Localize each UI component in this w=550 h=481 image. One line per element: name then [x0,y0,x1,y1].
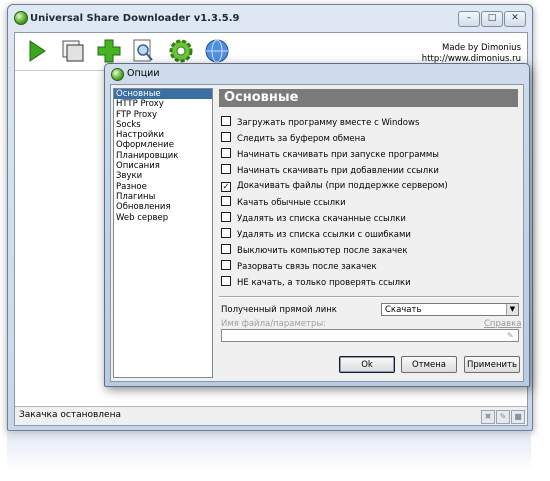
nav-item-ftp-proxy[interactable]: FTP Proxy [114,110,212,120]
nav-item-socks[interactable]: Socks [114,120,212,130]
tools-icon[interactable]: ✖ [481,410,495,424]
divider [219,296,519,298]
checkbox[interactable] [221,132,231,142]
checkbox[interactable] [221,196,231,206]
option-label: Докачивать файлы (при поддержке сервером… [237,181,448,191]
panel-title: Основные [219,89,518,107]
option-label: Выключить компьютер после закачек [237,246,408,256]
checkbox[interactable] [221,260,231,270]
checkbox[interactable] [221,212,231,222]
options-nav-list[interactable]: Основные HTTP Proxy FTP Proxy Socks Наст… [113,88,213,378]
nav-item-appearance[interactable]: Оформление [114,140,212,150]
play-icon[interactable] [23,37,51,65]
clean-icon[interactable]: ✎ [496,410,510,424]
cancel-button[interactable]: Отмена [401,356,457,373]
nav-item-scheduler[interactable]: Планировщик [114,151,212,161]
filename-input[interactable]: ✎ [221,329,519,342]
option-check-only[interactable]: НЕ качать, а только проверять ссылки [221,276,411,288]
option-label: Качать обычные ссылки [237,198,346,208]
minimize-icon[interactable]: – [458,11,480,27]
ok-button[interactable]: Ok [339,356,395,373]
checkbox[interactable] [221,228,231,238]
dialog-client: Основные HTTP Proxy FTP Proxy Socks Наст… [110,84,524,382]
windows-icon[interactable] [59,37,87,65]
direct-link-value: Скачать [385,305,422,315]
option-clipboard[interactable]: Следить за буфером обмена [221,132,365,144]
chevron-down-icon[interactable]: ▼ [506,304,518,315]
nav-item-osnovnye[interactable]: Основные [114,89,212,100]
options-dialog: Опции Основные HTTP Proxy FTP Proxy Sock… [104,63,530,387]
dialog-icon [111,68,124,81]
option-plain-links[interactable]: Качать обычные ссылки [221,196,346,208]
globe-icon[interactable] [203,37,231,65]
option-label: Начинать скачивать при запуске программы [237,150,440,160]
gear-icon[interactable] [167,37,195,65]
option-label: Начинать скачивать при добавлении ссылки [237,166,439,176]
direct-link-label: Полученный прямой линк [221,305,337,315]
window-title: Universal Share Downloader v1.3.5.9 [30,13,240,24]
checkbox[interactable] [221,164,231,174]
status-text: Закачка остановлена [19,410,121,420]
option-label: Разорвать связь после закачек [237,262,377,272]
nav-item-settings[interactable]: Настройки [114,130,212,140]
option-label: Удалять из списка ссылки с ошибками [237,230,411,240]
status-bar: Закачка остановлена ✖ ✎ ■ [15,406,527,425]
option-autostart[interactable]: Загружать программу вместе с Windows [221,116,419,128]
made-by-name: Made by Dimonius [442,43,521,53]
nav-item-plugins[interactable]: Плагины [114,192,212,202]
option-label: НЕ качать, а только проверять ссылки [237,278,411,288]
option-resume[interactable]: ✓ Докачивать файлы (при поддержке серверо… [221,180,448,192]
stop-icon[interactable]: ■ [511,410,525,424]
add-icon[interactable] [95,37,123,65]
option-shutdown[interactable]: Выключить компьютер после закачек [221,244,407,256]
direct-link-select[interactable]: Скачать ▼ [381,303,519,316]
nav-item-web-server[interactable]: Web сервер [114,213,212,223]
option-label: Загружать программу вместе с Windows [237,118,420,128]
nav-item-updates[interactable]: Обновления [114,202,212,212]
option-label: Удалять из списка скачанные ссылки [237,214,406,224]
app-icon [14,11,28,25]
nav-item-sounds[interactable]: Звуки [114,171,212,181]
document-search-icon[interactable] [129,37,157,65]
checkbox[interactable] [221,276,231,286]
checkbox-checked[interactable]: ✓ [221,182,231,192]
dialog-title: Опции [127,68,160,79]
option-disconnect[interactable]: Разорвать связь после закачек [221,260,377,272]
help-link[interactable]: Справка [484,319,521,329]
checkbox[interactable] [221,148,231,158]
checkbox[interactable] [221,116,231,126]
option-remove-done[interactable]: Удалять из списка скачанные ссылки [221,212,406,224]
option-remove-errors[interactable]: Удалять из списка ссылки с ошибками [221,228,411,240]
filename-label: Имя файла/параметры: [221,319,327,329]
checkbox[interactable] [221,244,231,254]
nav-item-misc[interactable]: Разное [114,182,212,192]
nav-item-descriptions[interactable]: Описания [114,161,212,171]
option-start-on-add[interactable]: Начинать скачивать при добавлении ссылки [221,164,439,176]
made-by-credit: Made by Dimonius http://www.dimonius.ru [422,43,521,65]
window-reflection [7,431,531,471]
option-label: Следить за буфером обмена [237,134,366,144]
option-start-on-launch[interactable]: Начинать скачивать при запуске программы [221,148,439,160]
nav-item-http-proxy[interactable]: HTTP Proxy [114,99,212,109]
apply-button[interactable]: Применить [464,356,520,373]
close-icon[interactable]: ✕ [504,11,526,27]
maximize-icon[interactable]: □ [481,11,503,27]
browse-icon[interactable]: ✎ [507,331,517,340]
